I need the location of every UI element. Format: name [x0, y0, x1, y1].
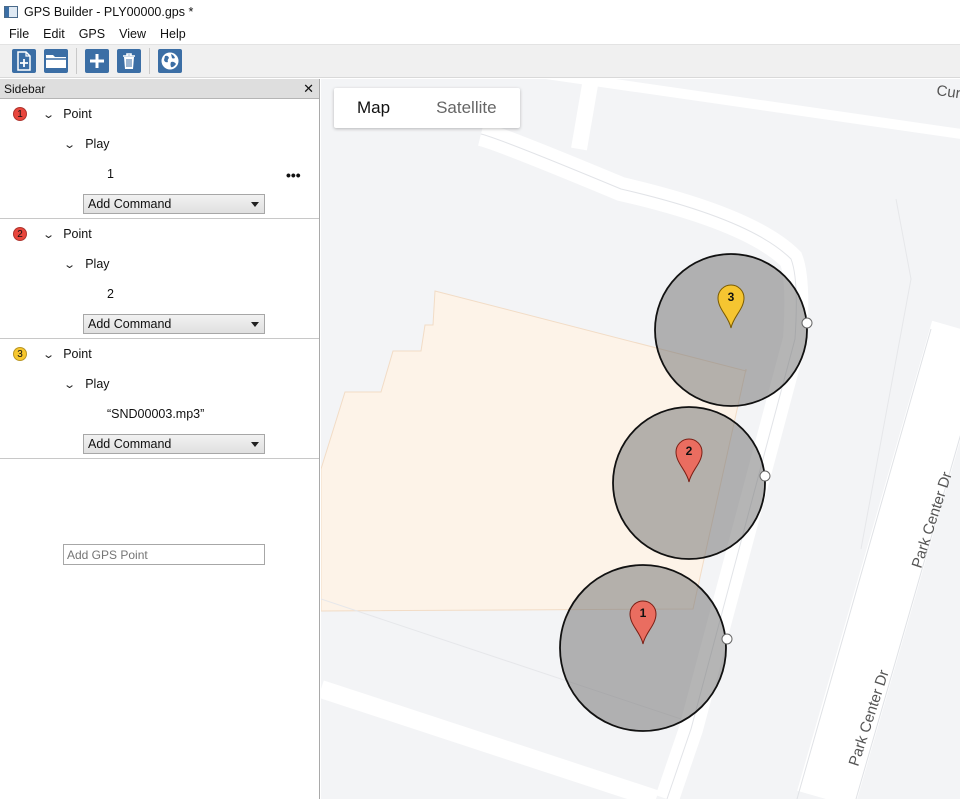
- add-icon: [90, 54, 104, 68]
- add-command-label: Add Command: [88, 197, 172, 211]
- toolbar-separator: [149, 48, 150, 74]
- road-top: [571, 79, 599, 151]
- play-row[interactable]: ⌄ Play: [63, 129, 110, 159]
- map-view[interactable]: Cur Park Center Dr Park Center Dr 3 2 1: [321, 79, 960, 799]
- play-label: Play: [85, 377, 110, 391]
- title-bar: GPS Builder - PLY00000.gps *: [0, 0, 960, 23]
- chevron-down-icon[interactable]: ⌄: [42, 228, 55, 241]
- add-command-dropdown[interactable]: Add Command: [83, 314, 265, 334]
- add-command-dropdown[interactable]: Add Command: [83, 194, 265, 214]
- sidebar-header: Sidebar ✕: [0, 79, 319, 99]
- point-label: Point: [63, 227, 92, 241]
- play-row[interactable]: ⌄ Play: [63, 369, 110, 399]
- radius-handle[interactable]: [801, 317, 813, 329]
- command-value: “SND00003.mp3”: [107, 407, 205, 421]
- add-command-dropdown[interactable]: Add Command: [83, 434, 265, 454]
- point-number-badge: 2: [13, 227, 27, 241]
- dropdown-arrow-icon: [251, 322, 259, 327]
- command-value-row[interactable]: “SND00003.mp3”: [107, 399, 204, 429]
- point-number-badge: 3: [13, 347, 27, 361]
- marker-label: 3: [728, 290, 735, 304]
- more-options-icon[interactable]: •••: [286, 167, 301, 183]
- chevron-down-icon[interactable]: ⌄: [42, 108, 55, 121]
- road-top-edge: [545, 79, 960, 139]
- map-type-toggle: Map Satellite: [334, 88, 520, 128]
- new-file-button[interactable]: [12, 49, 36, 73]
- point-row[interactable]: 3 ⌄ Point: [13, 339, 92, 369]
- street-label-cur: Cur: [935, 82, 960, 102]
- close-icon[interactable]: ✕: [303, 81, 314, 97]
- open-folder-icon: [46, 55, 66, 68]
- command-value: 1: [107, 167, 114, 181]
- app-icon: [4, 5, 18, 18]
- marker-label: 1: [640, 606, 647, 620]
- toolbar-separator: [76, 48, 77, 74]
- tab-map[interactable]: Map: [334, 88, 413, 128]
- menu-gps[interactable]: GPS: [72, 27, 112, 41]
- command-value-row[interactable]: 2: [107, 279, 114, 309]
- point-block-1: 1 ⌄ Point ⌄ Play 1 ••• Add Command: [0, 99, 319, 219]
- dropdown-arrow-icon: [251, 202, 259, 207]
- chevron-down-icon[interactable]: ⌄: [42, 348, 55, 361]
- sidebar-title: Sidebar: [4, 81, 46, 96]
- globe-icon: [161, 52, 179, 70]
- points-list: 1 ⌄ Point ⌄ Play 1 ••• Add Command 2 ⌄ Point ⌄ Play 2…: [0, 99, 319, 459]
- marker-label: 2: [686, 444, 693, 458]
- play-label: Play: [85, 137, 110, 151]
- sidebar: Sidebar ✕ 1 ⌄ Point ⌄ Play 1 ••• Add Command 2 ⌄ P…: [0, 79, 320, 799]
- play-row[interactable]: ⌄ Play: [63, 249, 110, 279]
- chevron-down-icon[interactable]: ⌄: [63, 378, 76, 391]
- add-button[interactable]: [85, 49, 109, 73]
- point-row[interactable]: 1 ⌄ Point: [13, 99, 92, 129]
- point-number-badge: 1: [13, 107, 27, 121]
- command-value: 2: [107, 287, 114, 301]
- add-command-label: Add Command: [88, 317, 172, 331]
- road-park-center: [797, 320, 960, 799]
- chevron-down-icon[interactable]: ⌄: [63, 138, 76, 151]
- command-value-row[interactable]: 1: [107, 159, 114, 189]
- dropdown-arrow-icon: [251, 442, 259, 447]
- add-command-label: Add Command: [88, 437, 172, 451]
- point-block-3: 3 ⌄ Point ⌄ Play “SND00003.mp3” Add Command: [0, 339, 319, 459]
- point-label: Point: [63, 107, 92, 121]
- toolbar: [0, 44, 960, 78]
- point-row[interactable]: 2 ⌄ Point: [13, 219, 92, 249]
- add-gps-point-input[interactable]: [63, 544, 265, 565]
- play-label: Play: [85, 257, 110, 271]
- chevron-down-icon[interactable]: ⌄: [63, 258, 76, 271]
- radius-handle[interactable]: [759, 470, 771, 482]
- delete-button[interactable]: [117, 49, 141, 73]
- new-file-icon: [17, 51, 31, 71]
- delete-icon: [123, 53, 135, 69]
- menu-view[interactable]: View: [112, 27, 153, 41]
- point-label: Point: [63, 347, 92, 361]
- menu-bar: File Edit GPS View Help: [0, 23, 960, 44]
- menu-help[interactable]: Help: [153, 27, 193, 41]
- map-canvas[interactable]: Cur Park Center Dr Park Center Dr 3 2 1: [321, 79, 960, 799]
- tab-satellite[interactable]: Satellite: [413, 88, 519, 128]
- menu-file[interactable]: File: [2, 27, 36, 41]
- menu-edit[interactable]: Edit: [36, 27, 72, 41]
- globe-button[interactable]: [158, 49, 182, 73]
- open-folder-button[interactable]: [44, 49, 68, 73]
- radius-handle[interactable]: [721, 633, 733, 645]
- window-title: GPS Builder - PLY00000.gps *: [24, 4, 194, 19]
- point-block-2: 2 ⌄ Point ⌄ Play 2 Add Command: [0, 219, 319, 339]
